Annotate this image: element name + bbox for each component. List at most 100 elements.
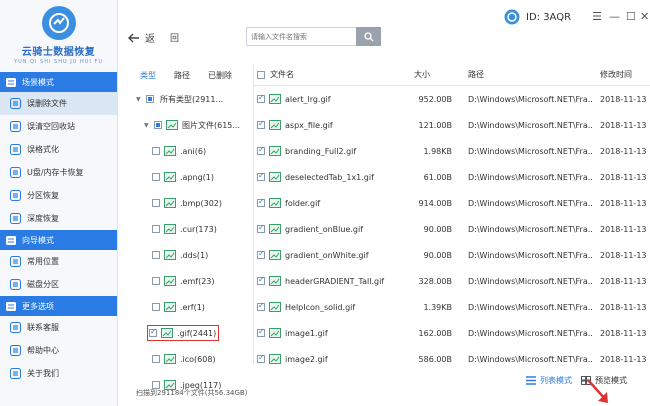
file-time: 2018-11-13: [600, 198, 647, 208]
table-row[interactable]: alert_lrg.gif 952.00B D:\Windows\Microso…: [254, 86, 650, 112]
row-checkbox[interactable]: [257, 172, 265, 181]
table-row[interactable]: gradient_onWhite.gif 90.00B D:\Windows\M…: [254, 242, 650, 268]
minimize-icon[interactable]: —: [609, 10, 620, 23]
row-checkbox[interactable]: [257, 276, 265, 285]
sidebar-item[interactable]: 关于我们: [0, 362, 117, 385]
tree-checkbox[interactable]: [154, 121, 162, 129]
image-file-icon: [269, 276, 281, 286]
tree-checkbox[interactable]: [152, 355, 160, 363]
tree-row[interactable]: .dds(1): [136, 242, 253, 268]
scan-status: 扫描到291184个文件(共56.34GB): [136, 389, 248, 397]
tree-checkbox[interactable]: [146, 95, 154, 103]
tree-checkbox[interactable]: [149, 327, 157, 337]
row-checkbox[interactable]: [257, 120, 265, 129]
file-size: 914.00B: [418, 198, 452, 208]
sidebar-item[interactable]: 帮助中心: [0, 339, 117, 362]
maximize-icon[interactable]: ☐: [626, 10, 636, 23]
tab-type[interactable]: 类型: [140, 70, 156, 81]
table-row[interactable]: image1.gif 162.00B D:\Windows\Microsoft.…: [254, 320, 650, 346]
table-row[interactable]: headerGRADIENT_Tall.gif 328.00B D:\Windo…: [254, 268, 650, 294]
header-name[interactable]: 文件名: [270, 69, 294, 80]
image-file-icon: [269, 250, 281, 260]
row-checkbox[interactable]: [257, 224, 265, 233]
list-mode-button[interactable]: 列表模式: [526, 375, 572, 386]
image-file-icon: [269, 146, 281, 156]
tree-row[interactable]: .jpg(31086): [136, 398, 253, 406]
file-size: 90.00B: [423, 224, 452, 234]
file-time: 2018-11-13: [600, 354, 647, 364]
tree-row[interactable]: .apng(1): [136, 164, 253, 190]
tab-deleted[interactable]: 已删除: [208, 70, 232, 81]
tree-row[interactable]: .cur(173): [136, 216, 253, 242]
file-time: 2018-11-13: [600, 120, 647, 130]
row-checkbox[interactable]: [257, 302, 265, 311]
row-checkbox[interactable]: [257, 250, 265, 259]
tree-checkbox[interactable]: [152, 147, 160, 155]
row-checkbox[interactable]: [257, 94, 265, 103]
close-icon[interactable]: ✕: [640, 10, 649, 23]
sidebar-item[interactable]: 联系客服: [0, 316, 117, 339]
app-subtitle: YUN QI SHI SHU JU HUI FU: [14, 59, 103, 65]
expand-triangle-icon[interactable]: ▼: [136, 96, 146, 103]
sidebar-item[interactable]: 常用位置: [0, 250, 117, 273]
row-checkbox[interactable]: [257, 328, 265, 337]
tree-row[interactable]: .emf(23): [136, 268, 253, 294]
image-file-icon: [164, 250, 176, 260]
sidebar-item[interactable]: 分区恢复: [0, 184, 117, 207]
header-path[interactable]: 路径: [456, 69, 592, 80]
tree-checkbox[interactable]: [152, 173, 160, 181]
back-label: 返: [145, 34, 155, 45]
tree-checkbox[interactable]: [152, 251, 160, 259]
tree-row[interactable]: .gif(2441): [136, 320, 253, 346]
table-row[interactable]: branding_Full2.gif 1.98KB D:\Windows\Mic…: [254, 138, 650, 164]
image-file-icon: [166, 120, 178, 130]
expand-triangle-icon[interactable]: ▼: [144, 122, 154, 129]
sidebar-item[interactable]: 误删除文件: [0, 92, 117, 115]
disk-icon: [10, 279, 21, 290]
sidebar-item[interactable]: 误格式化: [0, 138, 117, 161]
row-checkbox[interactable]: [257, 198, 265, 207]
tree-row-label: 所有类型(2911...: [160, 94, 224, 104]
tree-row[interactable]: .bmp(302): [136, 190, 253, 216]
list-mode-label: 列表模式: [540, 376, 572, 385]
sidebar-item-label: 磁盘分区: [27, 280, 59, 289]
user-id: ID: 3AQR: [504, 9, 571, 25]
table-row[interactable]: deselectedTab_1x1.gif 61.00B D:\Windows\…: [254, 164, 650, 190]
table-row[interactable]: folder.gif 914.00B D:\Windows\Microsoft.…: [254, 190, 650, 216]
file-size: 162.00B: [418, 328, 452, 338]
tree-row[interactable]: .ico(608): [136, 346, 253, 372]
main-panel: 返 回 ID: 3AQR ☰ — ☐ ✕ 类型 路径 已删除 ▼ 所有类型(291…: [118, 0, 650, 406]
row-checkbox[interactable]: [257, 146, 265, 155]
select-all-checkbox[interactable]: [257, 70, 265, 79]
tree-checkbox[interactable]: [152, 225, 160, 233]
image-file-icon: [164, 172, 176, 182]
table-row[interactable]: image2.gif 586.00B D:\Windows\Microsoft.…: [254, 346, 650, 364]
tree-row-label: .emf(23): [180, 276, 215, 286]
file-path: D:\Windows\Microsoft.NET\Fra...: [468, 224, 592, 234]
tree-checkbox[interactable]: [152, 303, 160, 311]
tree-row[interactable]: .erf(1): [136, 294, 253, 320]
table-row[interactable]: aspx_file.gif 121.00B D:\Windows\Microso…: [254, 112, 650, 138]
header-size[interactable]: 大小: [404, 69, 456, 80]
tab-path[interactable]: 路径: [174, 70, 190, 81]
back-button[interactable]: 返: [128, 30, 155, 45]
table-row[interactable]: HelpIcon_solid.gif 1.39KB D:\Windows\Mic…: [254, 294, 650, 320]
sidebar-item[interactable]: 磁盘分区: [0, 273, 117, 296]
tree-row[interactable]: ▼ 所有类型(2911...: [136, 86, 253, 112]
row-checkbox[interactable]: [257, 354, 265, 363]
menu-icon[interactable]: ☰: [592, 10, 602, 23]
search-button[interactable]: [356, 27, 381, 46]
home-button[interactable]: 回: [170, 31, 179, 44]
tree-checkbox[interactable]: [152, 277, 160, 285]
sidebar-item[interactable]: U盘/内存卡恢复: [0, 161, 117, 184]
file-time: 2018-11-13: [600, 224, 647, 234]
table-row[interactable]: gradient_onBlue.gif 90.00B D:\Windows\Mi…: [254, 216, 650, 242]
tree-row[interactable]: .ani(6): [136, 138, 253, 164]
sidebar-item[interactable]: 误清空回收站: [0, 115, 117, 138]
tree-checkbox[interactable]: [152, 199, 160, 207]
header-time[interactable]: 修改时间: [592, 69, 650, 80]
file-path: D:\Windows\Microsoft.NET\Fra...: [468, 198, 592, 208]
tree-row[interactable]: ▼ 图片文件(615...: [136, 112, 253, 138]
search-input[interactable]: [247, 28, 357, 45]
sidebar-item[interactable]: 深度恢复: [0, 207, 117, 230]
